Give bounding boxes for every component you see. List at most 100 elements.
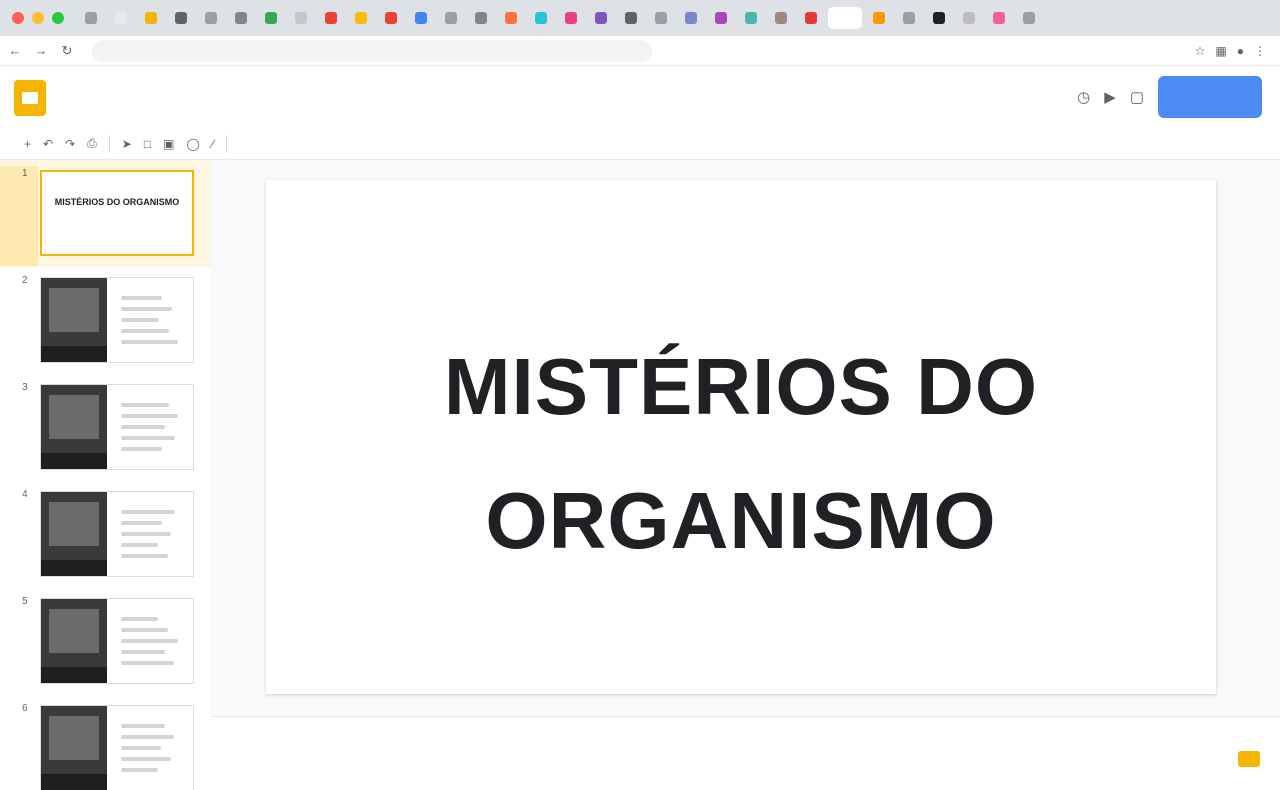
redo-icon[interactable]: ↷ (65, 137, 75, 151)
browser-tab[interactable] (498, 7, 524, 29)
browser-tab[interactable] (228, 7, 254, 29)
browser-tab[interactable] (378, 7, 404, 29)
profile-icon[interactable]: ● (1237, 44, 1244, 58)
history-icon[interactable]: ◷ (1077, 88, 1090, 106)
forward-icon[interactable]: → (30, 40, 52, 62)
tab-favicon-icon (933, 12, 945, 24)
thumbnail-text-lines (121, 724, 179, 779)
browser-tab[interactable] (588, 7, 614, 29)
cursor-icon[interactable]: ➤ (122, 137, 132, 151)
slide-thumbnail[interactable] (40, 705, 194, 790)
browser-tab[interactable] (108, 7, 134, 29)
browser-tab[interactable] (1016, 7, 1042, 29)
tab-favicon-icon (903, 12, 915, 24)
browser-tab[interactable] (828, 7, 862, 29)
filmstrip-item[interactable]: 4 (0, 481, 210, 588)
undo-icon[interactable]: ↶ (43, 137, 53, 151)
filmstrip-item[interactable]: 2 (0, 267, 210, 374)
tab-favicon-icon (715, 12, 727, 24)
browser-tab[interactable] (708, 7, 734, 29)
slide-filmstrip: 1 MISTÉRIOS DO ORGANISMO 2 3 4 5 6 (0, 160, 210, 790)
tab-favicon-icon (839, 12, 851, 24)
tab-favicon-icon (265, 12, 277, 24)
browser-tab[interactable] (318, 7, 344, 29)
slide-thumbnail[interactable] (40, 598, 194, 684)
browser-tab[interactable] (618, 7, 644, 29)
slide-thumbnail[interactable] (40, 491, 194, 577)
slides-logo-icon[interactable] (14, 80, 46, 116)
present-icon[interactable]: ▶ (1104, 88, 1116, 106)
extensions-icon[interactable]: ▦ (1215, 44, 1226, 58)
slide-title[interactable]: MISTÉRIOS DO ORGANISMO (286, 320, 1196, 588)
tab-favicon-icon (145, 12, 157, 24)
browser-tab[interactable] (408, 7, 434, 29)
share-button[interactable] (1158, 76, 1262, 118)
tab-favicon-icon (535, 12, 547, 24)
browser-tab[interactable] (258, 7, 284, 29)
browser-tab[interactable] (926, 7, 952, 29)
browser-menu-icon[interactable]: ⋮ (1254, 44, 1266, 58)
filmstrip-item[interactable]: 3 (0, 374, 210, 481)
browser-tab[interactable] (528, 7, 554, 29)
browser-tab[interactable] (648, 7, 674, 29)
slide-canvas-area: MISTÉRIOS DO ORGANISMO (210, 160, 1280, 716)
app-header: ◷ ▶ ▢ (0, 66, 1280, 128)
tab-favicon-icon (205, 12, 217, 24)
browser-tab[interactable] (738, 7, 764, 29)
tab-favicon-icon (325, 12, 337, 24)
toolbar-divider (225, 134, 227, 153)
tab-favicon-icon (993, 12, 1005, 24)
filmstrip-item[interactable]: 5 (0, 588, 210, 695)
slide-thumbnail[interactable] (40, 384, 194, 470)
current-slide[interactable]: MISTÉRIOS DO ORGANISMO (266, 180, 1216, 694)
browser-tab[interactable] (986, 7, 1012, 29)
window-controls (12, 12, 64, 24)
explore-icon (1238, 751, 1260, 767)
back-icon[interactable]: ← (4, 40, 26, 62)
tab-favicon-icon (745, 12, 757, 24)
thumbnail-text-lines (121, 510, 179, 565)
tab-favicon-icon (595, 12, 607, 24)
browser-tab[interactable] (558, 7, 584, 29)
toolbar-divider (108, 134, 110, 153)
minimize-window-dot[interactable] (32, 12, 44, 24)
filmstrip-item[interactable]: 6 (0, 695, 210, 790)
slide-thumbnail[interactable]: MISTÉRIOS DO ORGANISMO (40, 170, 194, 256)
reload-icon[interactable]: ↻ (56, 40, 78, 62)
browser-tab[interactable] (288, 7, 314, 29)
slide-title-line-2: ORGANISMO (485, 476, 997, 565)
filmstrip-item[interactable]: 1 MISTÉRIOS DO ORGANISMO (0, 160, 210, 267)
close-window-dot[interactable] (12, 12, 24, 24)
star-icon[interactable]: ☆ (1195, 44, 1206, 58)
browser-tab[interactable] (198, 7, 224, 29)
comment-icon[interactable]: ▢ (1130, 88, 1144, 106)
browser-tab[interactable] (438, 7, 464, 29)
browser-tab[interactable] (168, 7, 194, 29)
explore-button[interactable] (1238, 751, 1266, 767)
browser-tab[interactable] (678, 7, 704, 29)
browser-tab[interactable] (866, 7, 892, 29)
slide-number: 5 (22, 596, 28, 607)
slide-thumbnail[interactable] (40, 277, 194, 363)
slide-number: 6 (22, 703, 28, 714)
maximize-window-dot[interactable] (52, 12, 64, 24)
image-icon[interactable]: ▣ (163, 137, 174, 151)
browser-tab[interactable] (896, 7, 922, 29)
browser-tab[interactable] (348, 7, 374, 29)
thumbnail-photo (41, 599, 107, 683)
thumbnail-text-lines (121, 617, 179, 672)
shape-icon[interactable]: ◯ (186, 137, 199, 151)
browser-tab[interactable] (956, 7, 982, 29)
browser-tab[interactable] (78, 7, 104, 29)
browser-tab[interactable] (768, 7, 794, 29)
line-icon[interactable]: ∕ (212, 137, 214, 151)
textbox-icon[interactable]: □ (144, 137, 151, 151)
new-slide-icon[interactable]: + (24, 137, 31, 151)
browser-tab[interactable] (468, 7, 494, 29)
speaker-notes[interactable] (210, 716, 1280, 790)
browser-tab[interactable] (798, 7, 824, 29)
browser-tab[interactable] (138, 7, 164, 29)
url-field[interactable] (92, 39, 652, 62)
print-icon[interactable]: ⎙ (87, 136, 97, 151)
slide-number: 4 (22, 489, 28, 500)
